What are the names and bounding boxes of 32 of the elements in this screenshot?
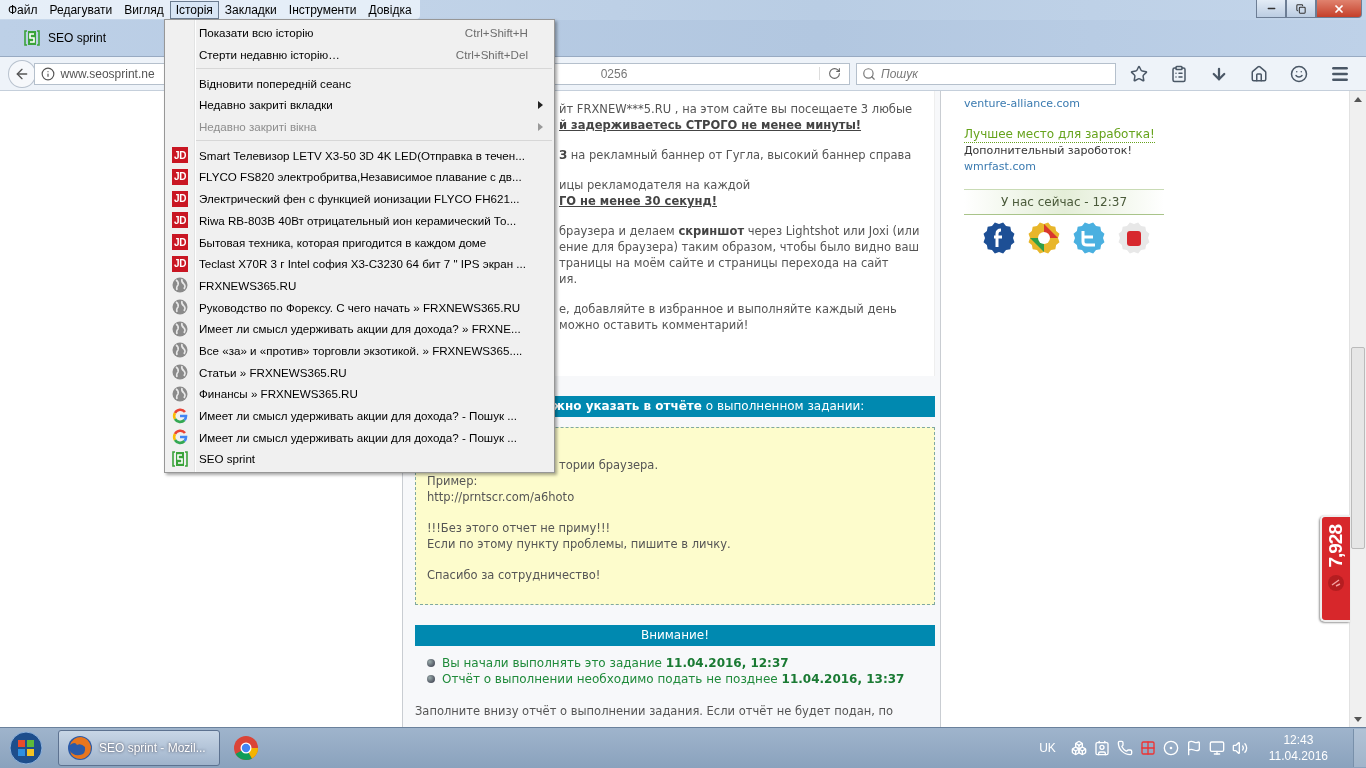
- notice-text: Вы начали выполнять это задание 11.04.2016, 12:37: [442, 656, 789, 670]
- task-text: траницы на моём сайте и страницы перехода на сайт: [559, 255, 889, 271]
- shop-badge-icon: JD: [172, 255, 188, 272]
- promo-text: Дополнительный зароботок!: [964, 143, 1132, 159]
- task-text: ГО не менее 30 секунд!: [559, 193, 717, 209]
- task-text: З на рекламный баннер от Гугла, высокий баннер справа: [559, 147, 912, 163]
- report-text: Если по этому пункту проблемы, пишите в личку.: [427, 536, 731, 552]
- task-text: е, добавляйте в избранное и выполняйте каждый день: [559, 301, 897, 317]
- shop-badge-icon: JD: [172, 212, 188, 229]
- task-text: можно оставить комментарий!: [559, 317, 749, 333]
- report-text: тории браузера.: [559, 457, 659, 473]
- counter-value: 7,928: [1325, 525, 1347, 568]
- notice-header: Внимание!: [415, 625, 935, 646]
- clock-header: У нас сейчас - 12:37: [964, 189, 1164, 215]
- report-text: Пример:: [427, 473, 478, 489]
- shop-badge-icon: JD: [172, 147, 188, 164]
- task-text: й задерживаетесь СТРОГО не менее минуты!: [559, 117, 862, 133]
- url-text: www.seosprint.ne: [60, 66, 155, 81]
- task-text: ицы рекламодателя на каждой: [559, 177, 751, 193]
- report-text: Спасибо за сотрудничество!: [427, 567, 601, 583]
- task-text: ия.: [559, 271, 578, 287]
- report-text: http://prntscr.com/a6hoto: [427, 489, 575, 505]
- shop-badge-icon: JD: [172, 190, 188, 207]
- shop-badge-icon: JD: [172, 234, 188, 251]
- notice-text: Отчёт о выполнении необходимо подать не позднее 11.04.2016, 13:37: [442, 672, 905, 686]
- shop-badge-icon: JD: [172, 168, 188, 185]
- url-text: 0256: [600, 66, 628, 81]
- task-text: ение для браузера) таким образом, чтобы было видно ваш: [559, 239, 920, 255]
- task-text: йт FRXNEW***5.RU , на этом сайте вы посещаете 3 любые: [559, 101, 913, 117]
- report-text: !!!Без этого отчет не приму!!!: [427, 520, 611, 536]
- task-text: браузера и делаем скриншот через Lightshot или Joxi (или: [559, 223, 920, 239]
- instruction-text: Заполните внизу отчёт о выполнении задания. Если отчёт не будет подан, по: [414, 703, 895, 719]
